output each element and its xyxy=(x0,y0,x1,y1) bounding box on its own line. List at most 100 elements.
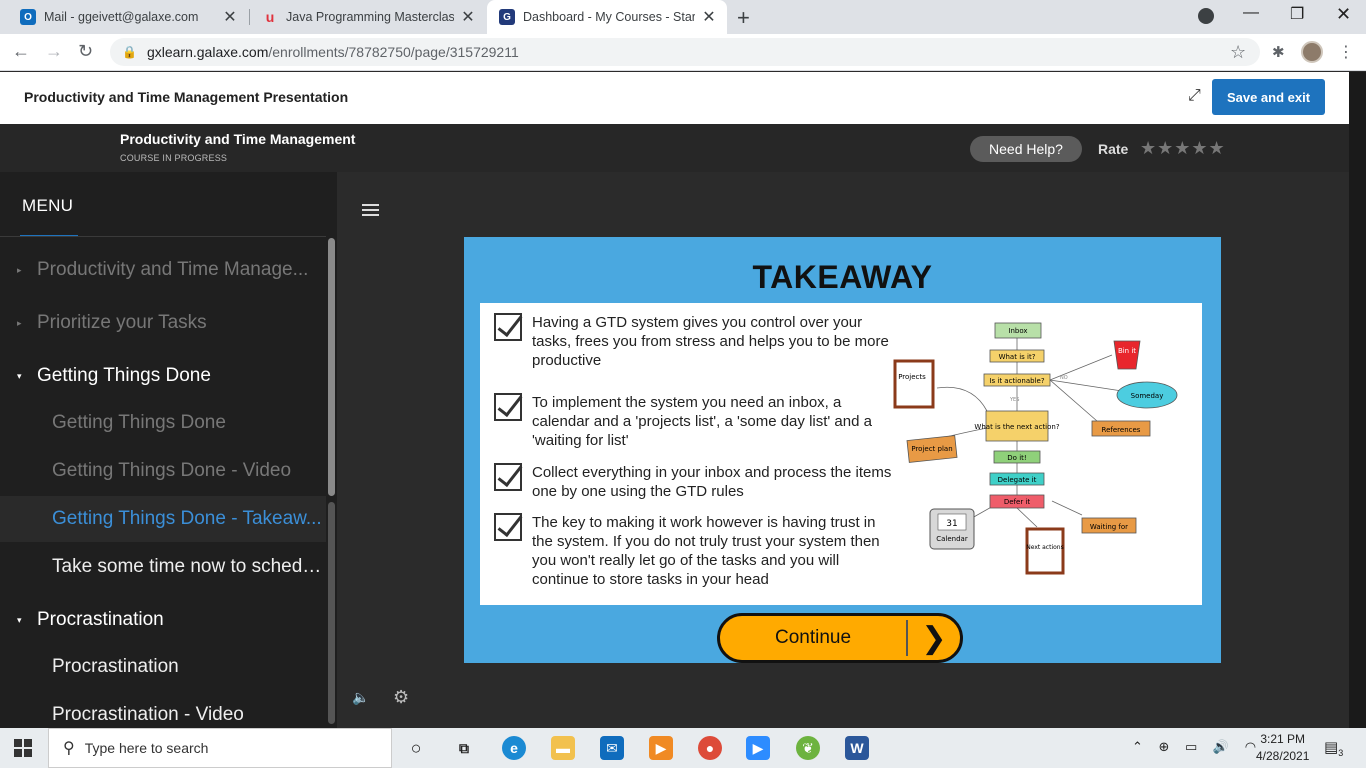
edge-icon[interactable]: e xyxy=(502,736,526,760)
takeaway-point: The key to making it work however is hav… xyxy=(494,513,892,589)
zoom-icon[interactable]: ▶ xyxy=(746,736,770,760)
word-icon[interactable]: W xyxy=(845,736,869,760)
menu-heading: MENU xyxy=(22,196,74,215)
sidebar-section-prioritize[interactable]: ▸ Prioritize your Tasks xyxy=(0,300,326,346)
diagram-label: Projects xyxy=(898,373,926,381)
media-player-icon[interactable]: ▶ xyxy=(649,736,673,760)
browser-menu-icon[interactable]: ⋮ xyxy=(1338,42,1354,62)
notification-icon[interactable]: ▤3 xyxy=(1324,738,1343,758)
course-banner: Productivity and Time Management COURSE … xyxy=(0,124,1349,172)
takeaway-text: Collect everything in your inbox and pro… xyxy=(532,464,892,500)
sidebar-item-label: Procrastination xyxy=(37,609,164,630)
avatar[interactable] xyxy=(1301,41,1323,63)
lock-icon: 🔒 xyxy=(122,45,137,59)
course-status: COURSE IN PROGRESS xyxy=(120,153,228,163)
course-header: Productivity and Time Management Present… xyxy=(0,72,1349,124)
minimize-button[interactable]: — xyxy=(1243,4,1259,22)
checkbox-icon xyxy=(494,313,522,341)
fullscreen-icon[interactable]: ⤢ xyxy=(1188,87,1201,105)
url-input[interactable]: 🔒 gxlearn.galaxe.com/enrollments/7878275… xyxy=(110,38,1260,66)
checkbox-icon xyxy=(494,513,522,541)
sidebar-item-gtd[interactable]: Getting Things Done xyxy=(0,400,326,446)
diagram-label: Next actions xyxy=(1026,544,1063,551)
divider xyxy=(0,236,337,237)
task-view-icon[interactable]: ⧉ xyxy=(452,736,476,760)
taskbar-clock[interactable]: 3:21 PM 4/28/2021 xyxy=(1256,731,1309,765)
continue-label: Continue xyxy=(774,627,852,648)
file-explorer-icon[interactable]: ▬ xyxy=(551,736,575,760)
sidebar-item-procrastination-video[interactable]: Procrastination - Video xyxy=(0,692,326,728)
rating-stars[interactable]: ★★★★★ xyxy=(1140,138,1226,159)
diagram-label: Someday xyxy=(1131,392,1164,400)
notification-count: 3 xyxy=(1338,748,1344,758)
galaxe-icon: G xyxy=(499,9,515,25)
reload-icon[interactable]: ↻ xyxy=(78,41,93,62)
slide-card: Having a GTD system gives you control ov… xyxy=(480,303,1202,605)
extensions-icon[interactable]: ✱ xyxy=(1272,43,1285,61)
windows-start-icon[interactable] xyxy=(14,739,32,757)
spring-tool-icon[interactable]: ❦ xyxy=(796,736,820,760)
window-close-button[interactable]: ✕ xyxy=(1336,4,1351,25)
need-help-button[interactable]: Need Help? xyxy=(970,136,1082,162)
tab-title: Mail - ggeivett@galaxe.com xyxy=(44,10,199,24)
diagram-label: Calendar xyxy=(936,535,968,543)
new-tab-button[interactable]: + xyxy=(737,5,750,31)
rate-label: Rate xyxy=(1098,141,1129,157)
clock-date: 4/28/2021 xyxy=(1256,749,1310,763)
mail-icon[interactable]: ✉ xyxy=(600,736,624,760)
sidebar-item-label: Take some time now to schedu... xyxy=(52,556,326,577)
system-tray-icons[interactable]: ⌃ ⊕ ▭ 🔊 ◠ xyxy=(1132,739,1262,755)
url-host: gxlearn.galaxe.com xyxy=(146,44,269,60)
back-icon[interactable]: ← xyxy=(12,41,30,62)
close-icon[interactable]: ✕ xyxy=(460,7,476,27)
sidebar-item-gtd-video[interactable]: Getting Things Done - Video xyxy=(0,448,326,494)
sidebar-section-gtd[interactable]: ▾ Getting Things Done xyxy=(0,353,326,399)
slide-title: TAKEAWAY xyxy=(752,259,933,295)
volume-icon[interactable]: 🔈 xyxy=(352,689,369,706)
tab-mail[interactable]: O Mail - ggeivett@galaxe.com ✕ xyxy=(8,0,248,34)
takeaway-point: Having a GTD system gives you control ov… xyxy=(494,313,892,370)
chrome-icon[interactable]: ● xyxy=(698,736,722,760)
course-menu-sidebar: MENU ▸ Productivity and Time Manage... ▸… xyxy=(0,172,337,728)
diagram-label: Inbox xyxy=(1008,327,1027,335)
cortana-icon[interactable]: ○ xyxy=(404,736,428,760)
sidebar-section-procrastination[interactable]: ▾ Procrastination xyxy=(0,597,326,643)
caret-right-icon: ▸ xyxy=(17,318,22,328)
takeaway-point: Collect everything in your inbox and pro… xyxy=(494,463,892,501)
hamburger-menu-icon[interactable] xyxy=(362,204,379,219)
maximize-button[interactable]: ❐ xyxy=(1290,4,1304,24)
sidebar-item-schedule[interactable]: Take some time now to schedu... xyxy=(0,544,326,590)
sidebar-item-gtd-takeaway[interactable]: Getting Things Done - Takeaw... xyxy=(0,496,326,542)
diagram-label: Waiting for xyxy=(1090,523,1128,531)
next-actions-clipboard xyxy=(1025,527,1065,575)
sidebar-scroll-thumb[interactable] xyxy=(328,238,335,496)
tab-java-masterclass[interactable]: u Java Programming Masterclass fo ✕ xyxy=(250,0,486,34)
forward-icon[interactable]: → xyxy=(45,41,63,62)
tab-title: Java Programming Masterclass fo xyxy=(286,10,454,24)
diagram-label: Defer it xyxy=(1004,498,1031,506)
checkbox-icon xyxy=(494,463,522,491)
caret-down-icon: ▾ xyxy=(17,371,22,381)
presentation-title: Productivity and Time Management Present… xyxy=(24,89,349,105)
profile-download-icon[interactable] xyxy=(1198,8,1214,24)
gear-icon[interactable]: ⚙ xyxy=(393,687,409,708)
save-and-exit-button[interactable]: Save and exit xyxy=(1212,79,1325,115)
sidebar-item-label: Productivity and Time Manage... xyxy=(37,259,309,280)
sidebar-item-label: Getting Things Done - Takeaw... xyxy=(52,508,322,529)
bookmark-star-icon[interactable]: ☆ xyxy=(1230,42,1246,63)
close-icon[interactable]: ✕ xyxy=(222,7,238,27)
chevron-right-icon: ❯ xyxy=(921,621,947,655)
udemy-icon: u xyxy=(265,9,275,25)
sidebar-section-productivity[interactable]: ▸ Productivity and Time Manage... xyxy=(0,247,326,293)
diagram-label: 31 xyxy=(946,519,957,529)
taskbar-search-input[interactable]: ⚲ Type here to search xyxy=(48,728,392,768)
diagram-label: Project plan xyxy=(911,445,952,453)
close-icon[interactable]: ✕ xyxy=(701,7,717,27)
tab-dashboard[interactable]: G Dashboard - My Courses - Start C ✕ xyxy=(487,0,727,34)
projects-clipboard xyxy=(893,359,935,409)
continue-button[interactable]: Continue ❯ xyxy=(717,613,963,663)
sidebar-item-procrastination[interactable]: Procrastination xyxy=(0,644,326,690)
diagram-label: Is it actionable? xyxy=(989,377,1044,385)
caret-down-icon: ▾ xyxy=(17,615,22,625)
diagram-label: Delegate it xyxy=(998,476,1037,484)
